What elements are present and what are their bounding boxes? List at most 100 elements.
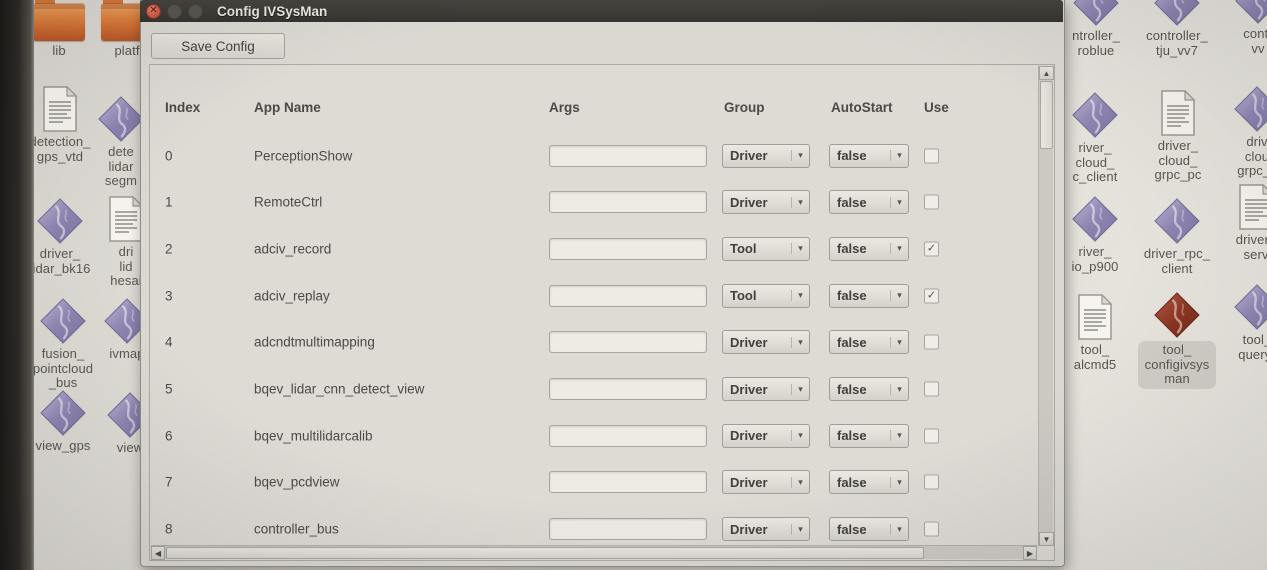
group-dropdown[interactable]: Tool▾ (722, 237, 810, 261)
chevron-down-icon: ▾ (791, 430, 809, 441)
group-dropdown[interactable]: Driver▾ (722, 330, 810, 354)
desktop-icon-detelidarsegm[interactable]: dete lidar segm (96, 96, 146, 189)
desktop-icon-label: driver_ cloud_ grpc_pc (1155, 139, 1202, 183)
autostart-dropdown[interactable]: false▾ (829, 517, 909, 541)
use-checkbox[interactable] (924, 382, 939, 397)
row-index-label: 0 (165, 148, 173, 163)
desktop-icon-driver-rpc-client[interactable]: driver_rpc_ client (1136, 198, 1218, 276)
group-dropdown[interactable]: Tool▾ (722, 284, 810, 308)
chevron-down-icon: ▾ (890, 384, 908, 395)
group-dropdown[interactable]: Driver▾ (722, 424, 810, 448)
app-name-label: adciv_record (254, 241, 331, 256)
desktop-icon-driver-serv[interactable]: driver_ serv (1224, 184, 1267, 262)
use-checkbox[interactable] (924, 522, 939, 537)
table-row: 1RemoteCtrlDriver▾false▾ (150, 179, 1038, 226)
app-table: Index App Name Args Group AutoStart Use … (149, 64, 1055, 561)
autostart-dropdown[interactable]: false▾ (829, 377, 909, 401)
args-input[interactable] (549, 518, 707, 540)
autostart-dropdown[interactable]: false▾ (829, 330, 909, 354)
titlebar[interactable]: ✕ Config IVSysMan (140, 0, 1063, 22)
purple-diamond-app-icon (1234, 284, 1267, 330)
row-index-label: 1 (165, 195, 173, 210)
use-checkbox[interactable] (924, 148, 939, 163)
desktop-icon-view-gps[interactable]: view_gps (24, 390, 102, 454)
desktop-icon-driver-cloud-grpc-pc[interactable]: driver_ cloud_ grpc_pc (1142, 90, 1214, 183)
args-input[interactable] (549, 285, 707, 307)
use-checkbox[interactable] (924, 195, 939, 210)
desktop-icon-tool-queryr[interactable]: tool_ queryr (1226, 284, 1267, 362)
scroll-right-icon[interactable]: ▶ (1023, 546, 1037, 560)
desktop-icon-fusion-pointcloud-bus[interactable]: fusion_ pointcloud _bus (24, 298, 102, 391)
group-dropdown[interactable]: Driver▾ (722, 144, 810, 168)
desktop-icon-lib[interactable]: lib (24, 3, 94, 59)
args-input[interactable] (549, 145, 707, 167)
autostart-dropdown[interactable]: false▾ (829, 190, 909, 214)
desktop-icon-drivclougrpc-s[interactable]: driv clou grpc_s (1226, 86, 1267, 179)
desktop-icon-ntroller-roblue[interactable]: ntroller_ roblue (1060, 0, 1132, 58)
use-checkbox[interactable] (924, 428, 939, 443)
group-dropdown[interactable]: Driver▾ (722, 377, 810, 401)
chevron-down-icon: ▾ (791, 197, 809, 208)
row-index-label: 6 (165, 428, 173, 443)
row-index-label: 8 (165, 522, 173, 537)
group-dropdown-value: Tool (723, 241, 791, 256)
chevron-down-icon: ▾ (890, 477, 908, 488)
app-name-label: bqev_pcdview (254, 475, 340, 490)
document-file-icon (40, 86, 80, 132)
args-input[interactable] (549, 471, 707, 493)
chevron-down-icon: ▾ (890, 337, 908, 348)
document-file-icon (1075, 294, 1115, 340)
desktop-icon-controller-tju-vv7[interactable]: controller_ tju_vv7 (1138, 0, 1216, 58)
desktop-icon-tool-configivsysman[interactable]: tool_ configivsys man (1136, 292, 1218, 389)
app-name-label: adcndtmultimapping (254, 335, 375, 350)
autostart-dropdown-value: false (830, 522, 890, 537)
desktop-icon-tool-alcmd5[interactable]: tool_ alcmd5 (1056, 294, 1134, 372)
maximize-icon[interactable] (188, 4, 203, 19)
close-icon[interactable]: ✕ (146, 4, 161, 19)
chevron-down-icon: ▾ (890, 430, 908, 441)
window-title: Config IVSysMan (217, 4, 327, 19)
use-checkbox[interactable] (924, 475, 939, 490)
use-checkbox[interactable] (924, 335, 939, 350)
autostart-dropdown[interactable]: false▾ (829, 424, 909, 448)
desktop-icon-label: tool_ queryr (1238, 333, 1267, 362)
scroll-left-icon[interactable]: ◀ (151, 546, 165, 560)
args-input[interactable] (549, 331, 707, 353)
autostart-dropdown[interactable]: false▾ (829, 284, 909, 308)
desktop-icon-label: river_ cloud_ c_client (1073, 141, 1118, 185)
desktop-icon-river-io-p900[interactable]: river_ io_p900 (1056, 196, 1134, 274)
autostart-dropdown[interactable]: false▾ (829, 144, 909, 168)
args-input[interactable] (549, 238, 707, 260)
scroll-down-icon[interactable]: ▼ (1039, 532, 1054, 546)
autostart-dropdown[interactable]: false▾ (829, 470, 909, 494)
use-checkbox[interactable]: ✓ (924, 241, 939, 256)
table-row: 7bqev_pcdviewDriver▾false▾ (150, 459, 1038, 506)
horizontal-scrollbar[interactable]: ◀ ▶ (151, 545, 1037, 559)
args-input[interactable] (549, 425, 707, 447)
vertical-scrollbar-thumb[interactable] (1040, 81, 1053, 149)
vertical-scrollbar[interactable]: ▲ ▼ (1038, 66, 1053, 546)
desktop-icon-label: driver_ serv (1236, 233, 1267, 262)
desktop-icon-river-cloud-c-client[interactable]: river_ cloud_ c_client (1056, 92, 1134, 185)
desktop: libplatfdetection_ gps_vtddete lidar seg… (0, 0, 1267, 570)
horizontal-scrollbar-thumb[interactable] (166, 547, 924, 559)
desktop-icon-label: driver_ lidar_bk16 (30, 247, 91, 276)
args-input[interactable] (549, 378, 707, 400)
autostart-dropdown-value: false (830, 335, 890, 350)
desktop-icon-contrvv[interactable]: contr vv (1228, 0, 1267, 56)
desktop-icon-label: platf (114, 44, 139, 59)
group-dropdown[interactable]: Driver▾ (722, 190, 810, 214)
minimize-icon[interactable] (167, 4, 182, 19)
group-dropdown[interactable]: Driver▾ (722, 470, 810, 494)
column-header-args: Args (549, 100, 580, 115)
use-checkbox[interactable]: ✓ (924, 288, 939, 303)
group-dropdown[interactable]: Driver▾ (722, 517, 810, 541)
row-index-label: 2 (165, 241, 173, 256)
args-input[interactable] (549, 191, 707, 213)
chevron-down-icon: ▾ (791, 524, 809, 535)
save-config-button[interactable]: Save Config (151, 33, 285, 59)
autostart-dropdown[interactable]: false▾ (829, 237, 909, 261)
autostart-dropdown-value: false (830, 241, 890, 256)
chevron-down-icon: ▾ (890, 524, 908, 535)
scroll-up-icon[interactable]: ▲ (1039, 66, 1054, 80)
